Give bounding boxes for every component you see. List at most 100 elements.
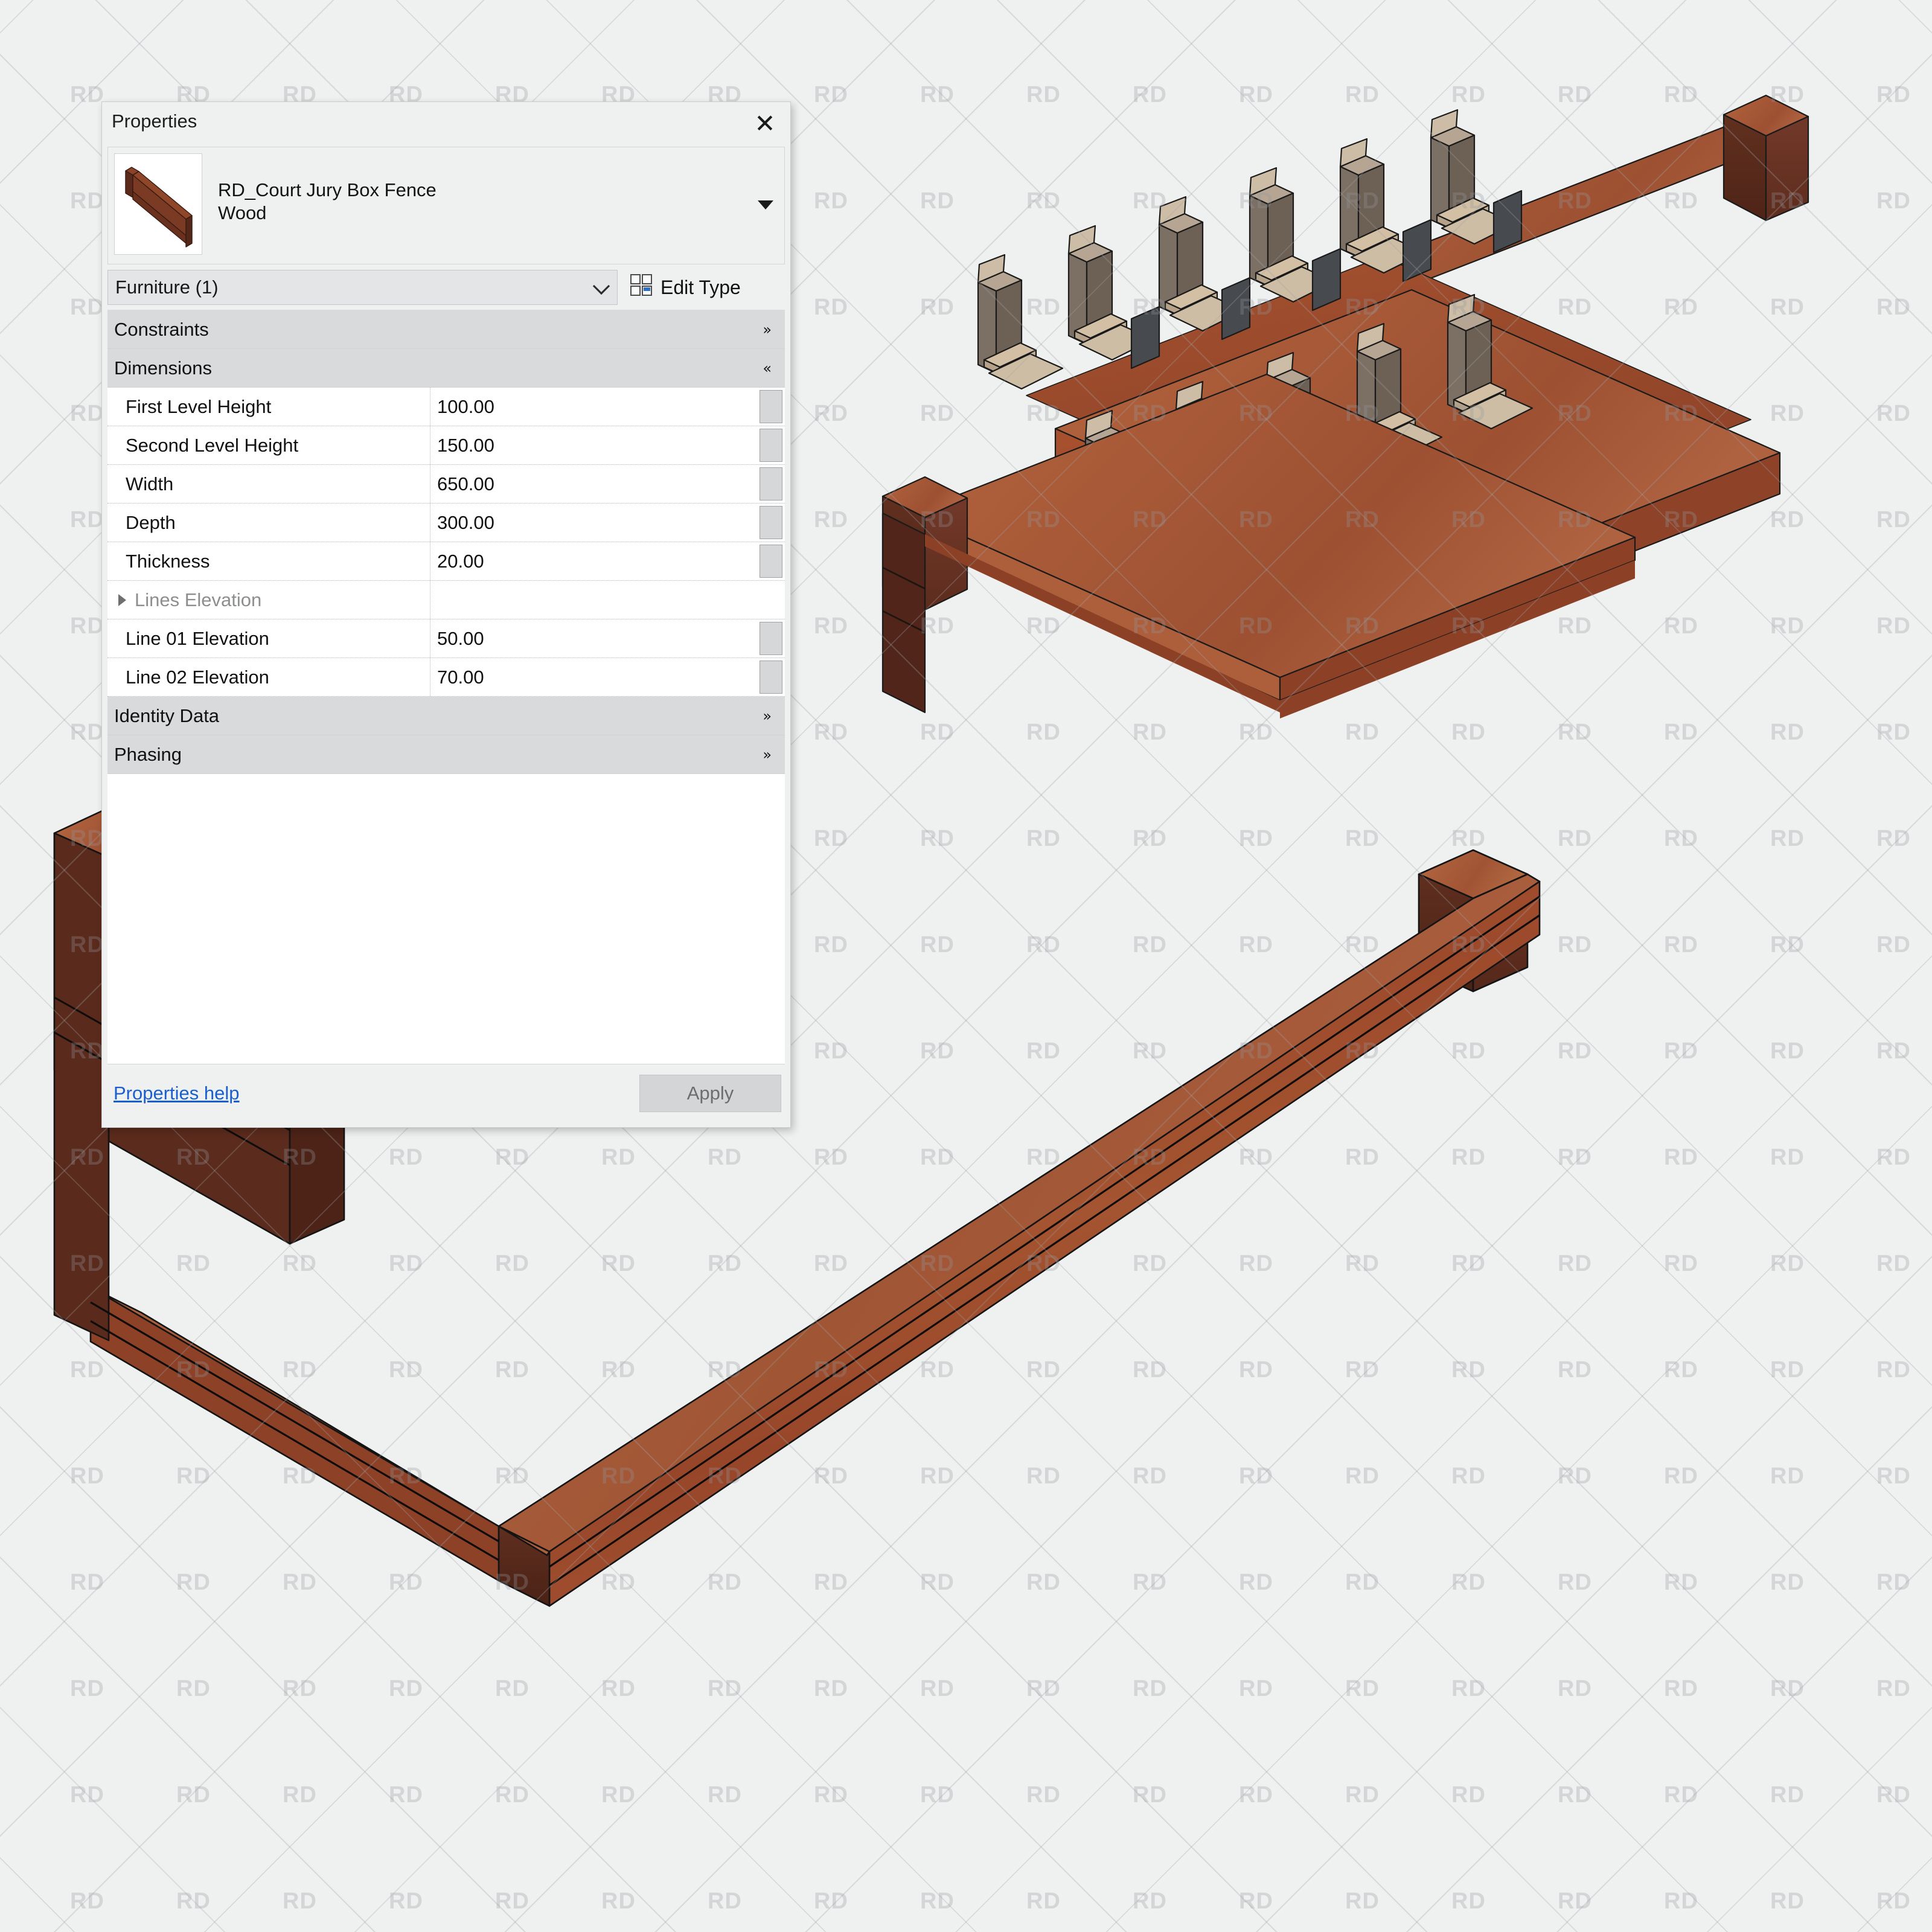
watermark-text: RD — [70, 401, 104, 426]
param-browse-button[interactable] — [760, 545, 782, 578]
type-selector[interactable]: RD_Court Jury Box Fence Wood — [107, 147, 785, 264]
watermark-text: RD — [1876, 1570, 1911, 1595]
param-value[interactable]: 100.00 — [430, 388, 760, 426]
section-label: Identity Data — [114, 705, 220, 726]
apply-button[interactable]: Apply — [639, 1075, 781, 1112]
properties-titlebar: Properties ✕ — [102, 102, 790, 147]
watermark-text: RD — [176, 1889, 211, 1914]
category-row: Furniture (1) Edit Type — [107, 269, 785, 306]
param-browse-button[interactable] — [760, 467, 782, 501]
watermark-text: RD — [814, 507, 848, 533]
watermark-text: RD — [70, 507, 104, 533]
table-row: Thickness 20.00 — [107, 542, 785, 581]
watermark-text: RD — [1451, 826, 1486, 851]
table-row: Line 02 Elevation 70.00 — [107, 658, 785, 697]
watermark-text: RD — [1558, 1889, 1592, 1914]
edit-type-label: Edit Type — [661, 276, 741, 298]
watermark-text: RD — [814, 82, 848, 107]
param-browse-button[interactable] — [760, 429, 782, 462]
section-header-identity-data[interactable]: Identity Data » — [107, 697, 785, 735]
watermark-text: RD — [1026, 1889, 1061, 1914]
watermark-text: RD — [1770, 0, 1805, 2]
section-header-dimensions[interactable]: Dimensions « — [107, 349, 785, 388]
param-browse-button[interactable] — [760, 390, 782, 423]
watermark-text: RD — [1770, 1889, 1805, 1914]
watermark-text: RD — [814, 720, 848, 745]
table-row-subheader[interactable]: Lines Elevation — [107, 581, 785, 619]
watermark-text: RD — [814, 613, 848, 639]
type-preview-thumbnail — [114, 153, 202, 255]
watermark-text: RD — [1876, 1038, 1911, 1064]
section-header-phasing[interactable]: Phasing » — [107, 735, 785, 774]
watermark-text: RD — [1133, 826, 1167, 851]
watermark-text: RD — [70, 613, 104, 639]
watermark-text: RD — [389, 0, 423, 2]
watermark-text: RD — [1133, 1889, 1167, 1914]
properties-help-link[interactable]: Properties help — [114, 1083, 240, 1104]
table-row: Line 01 Elevation 50.00 — [107, 619, 785, 658]
close-icon[interactable]: ✕ — [747, 107, 783, 141]
watermark-text: RD — [920, 0, 955, 2]
watermark-text: RD — [920, 826, 955, 851]
properties-table: Constraints » Dimensions « First Level H… — [107, 310, 785, 774]
section-header-constraints[interactable]: Constraints » — [107, 310, 785, 349]
watermark-text: RD — [70, 295, 104, 320]
watermark-text: RD — [1345, 826, 1380, 851]
watermark-text: RD — [814, 0, 848, 2]
type-name: Wood — [218, 202, 267, 223]
param-browse-button[interactable] — [760, 622, 782, 655]
watermark-text: RD — [1345, 1889, 1380, 1914]
watermark-text: RD — [1876, 1357, 1911, 1383]
caret-down-icon[interactable] — [758, 200, 773, 210]
param-name: Thickness — [107, 542, 430, 580]
param-value[interactable]: 150.00 — [430, 426, 760, 464]
watermark-text: RD — [1026, 0, 1061, 2]
watermark-text: RD — [1345, 0, 1380, 2]
type-labels: RD_Court Jury Box Fence Wood — [218, 153, 778, 225]
watermark-text: RD — [1451, 1889, 1486, 1914]
family-name: RD_Court Jury Box Fence — [218, 179, 437, 200]
properties-body: RD_Court Jury Box Fence Wood Furniture (… — [107, 147, 785, 1122]
section-label: Phasing — [114, 743, 182, 765]
watermark-text: RD — [70, 1889, 104, 1914]
watermark-text: RD — [1770, 826, 1805, 851]
param-name: Width — [107, 465, 430, 503]
category-select[interactable]: Furniture (1) — [107, 270, 618, 305]
watermark-text: RD — [389, 1889, 423, 1914]
watermark-text: RD — [814, 401, 848, 426]
watermark-text: RD — [1664, 1889, 1698, 1914]
watermark-text: RD — [708, 1889, 742, 1914]
watermark-text: RD — [1876, 932, 1911, 958]
watermark-text: RD — [601, 0, 636, 2]
watermark-text: RD — [814, 826, 848, 851]
param-browse-button[interactable] — [760, 661, 782, 694]
param-value[interactable]: 20.00 — [430, 542, 760, 580]
watermark-text: RD — [1558, 0, 1592, 2]
properties-panel: Properties ✕ RD_Court Jury Box Fence Woo… — [101, 101, 791, 1128]
param-name: First Level Height — [107, 388, 430, 426]
jury-box-with-seating-model — [881, 91, 1932, 724]
watermark-text: RD — [920, 1889, 955, 1914]
watermark-text: RD — [601, 1889, 636, 1914]
watermark-text: RD — [1664, 0, 1698, 2]
param-value[interactable]: 50.00 — [430, 619, 760, 657]
category-value: Furniture (1) — [115, 277, 219, 298]
param-browse-button[interactable] — [760, 506, 782, 539]
table-row: Width 650.00 — [107, 465, 785, 504]
chevron-double-down-icon: » — [763, 746, 772, 763]
watermark-text: RD — [814, 188, 848, 214]
watermark-text: RD — [495, 0, 529, 2]
table-row: First Level Height 100.00 — [107, 388, 785, 426]
edit-type-button[interactable]: Edit Type — [630, 273, 741, 302]
chevron-double-down-icon: » — [763, 321, 772, 338]
watermark-text: RD — [70, 82, 104, 107]
param-value[interactable]: 300.00 — [430, 504, 760, 542]
watermark-text: RD — [1239, 1889, 1273, 1914]
watermark-text: RD — [1876, 0, 1911, 2]
triangle-right-icon — [118, 593, 126, 606]
edit-type-grid-icon — [630, 273, 654, 302]
table-row: Depth 300.00 — [107, 504, 785, 542]
watermark-text: RD — [283, 1889, 317, 1914]
param-value[interactable]: 650.00 — [430, 465, 760, 503]
param-value[interactable]: 70.00 — [430, 658, 760, 696]
